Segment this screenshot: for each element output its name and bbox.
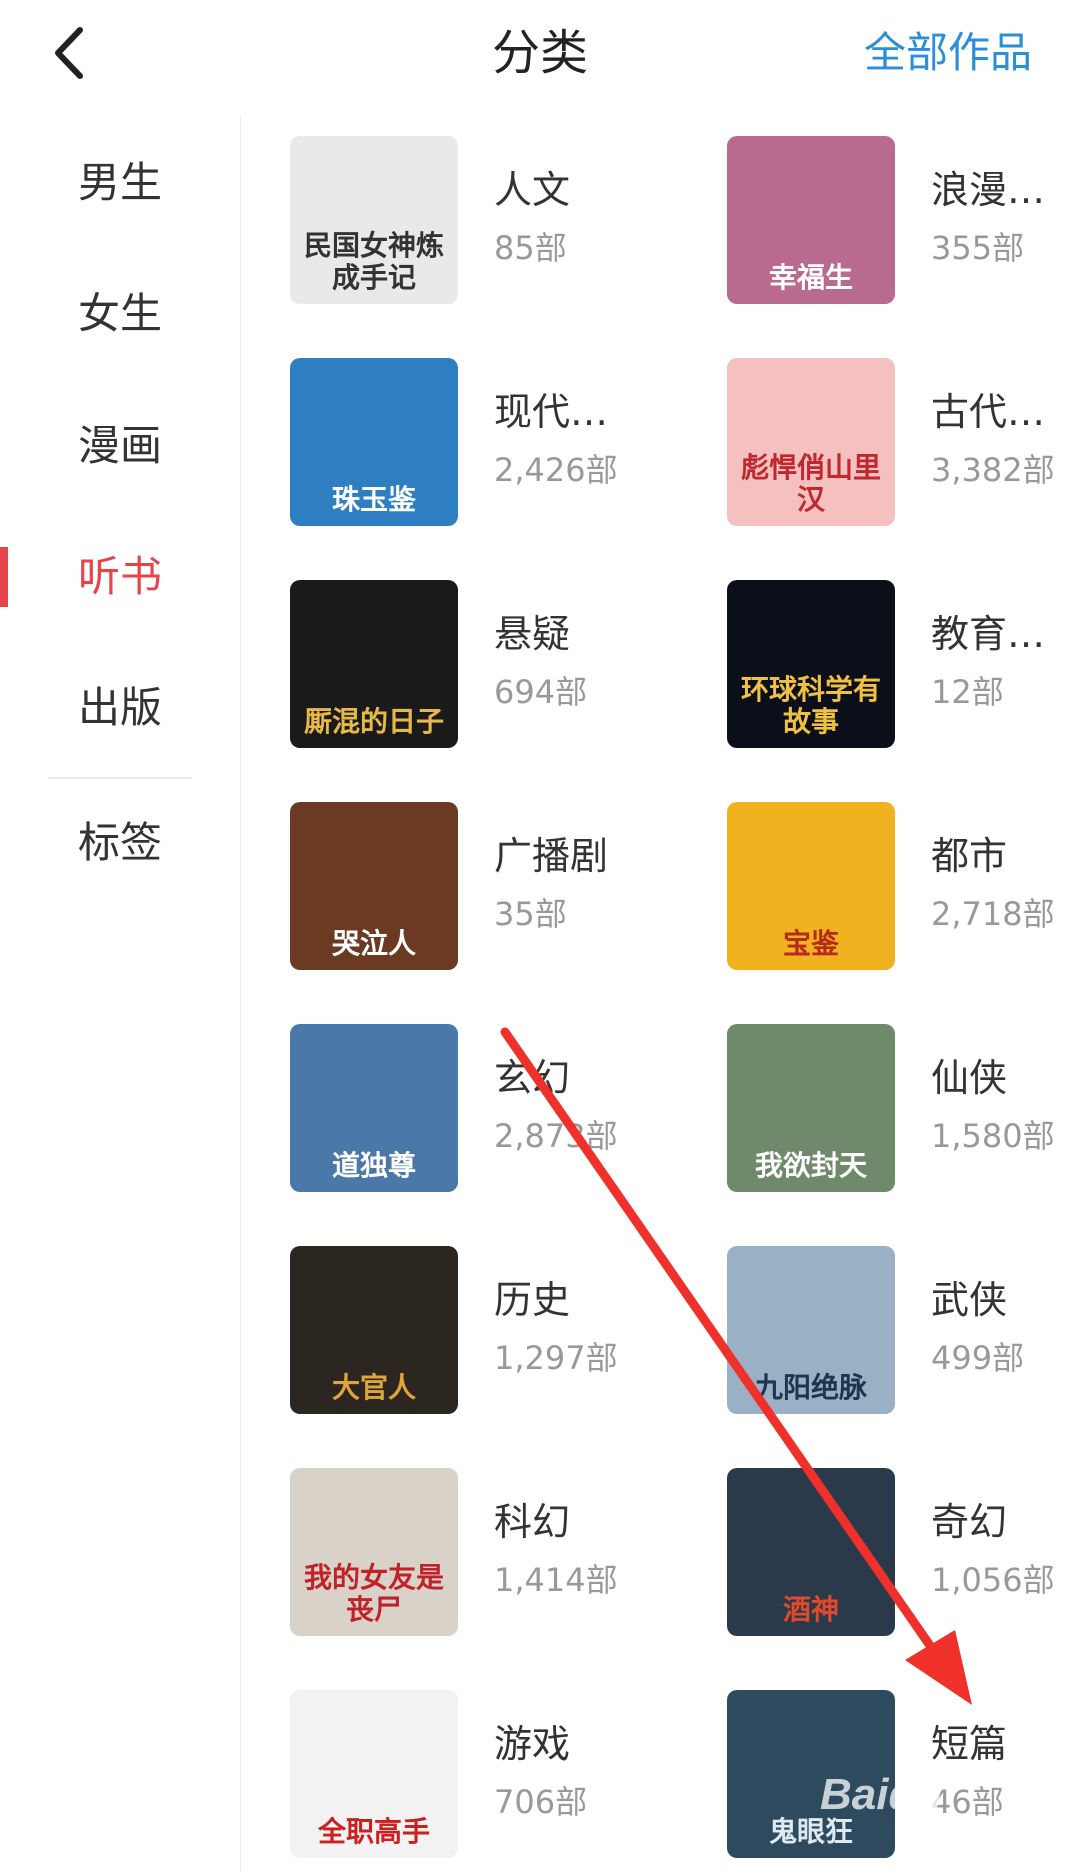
category-card[interactable]: 酒神 奇幻 1,056部 xyxy=(727,1468,1080,1638)
category-name: 短篇 xyxy=(931,1722,1008,1766)
cover-title: 哭泣人 xyxy=(331,927,416,960)
cover-title: 幸福生 xyxy=(768,261,853,294)
top-bar: 分类 全部作品 xyxy=(0,0,1080,110)
category-card[interactable]: 环球科学有故事 教育… 12部 xyxy=(727,580,1080,750)
category-name: 历史 xyxy=(494,1278,571,1322)
category-count: 694部 xyxy=(494,673,588,711)
category-count: 499部 xyxy=(931,1339,1025,1377)
category-name: 都市 xyxy=(931,834,1008,878)
sidebar-item-female[interactable]: 女生 xyxy=(0,259,240,369)
cover-image: 九阳绝脉 xyxy=(727,1246,895,1414)
category-name: 古代… xyxy=(931,390,1046,434)
category-count: 2,873部 xyxy=(494,1117,618,1155)
cover-image: 酒神 xyxy=(727,1468,895,1636)
category-name: 教育… xyxy=(931,612,1046,656)
cover-image: 厮混的日子 xyxy=(290,580,458,748)
category-card[interactable]: 彪悍俏山里汉 古代… 3,382部 xyxy=(727,358,1080,528)
cover-image: 珠玉鉴 xyxy=(290,358,458,526)
cover-title: 我的女友是丧尸 xyxy=(303,1561,444,1626)
sidebar-item-publishing[interactable]: 出版 xyxy=(0,653,240,763)
category-card[interactable]: 哭泣人 广播剧 35部 xyxy=(290,802,690,972)
cover-title: 全职高手 xyxy=(317,1815,430,1848)
category-count: 35部 xyxy=(494,895,567,933)
cover-title: 大官人 xyxy=(331,1371,416,1404)
category-count: 1,056部 xyxy=(931,1561,1055,1599)
cover-title: 厮混的日子 xyxy=(303,705,444,738)
cover-image: 道独尊 xyxy=(290,1024,458,1192)
sidebar-divider xyxy=(48,777,192,779)
cover-title: 珠玉鉴 xyxy=(331,483,416,516)
cover-title: 鬼眼狂 xyxy=(768,1815,853,1848)
category-name: 广播剧 xyxy=(494,834,609,878)
category-card[interactable]: 道独尊 玄幻 2,873部 xyxy=(290,1024,690,1194)
cover-image: 环球科学有故事 xyxy=(727,580,895,748)
category-name: 人文 xyxy=(494,168,571,212)
cover-title: 酒神 xyxy=(782,1593,839,1626)
sidebar-item-male[interactable]: 男生 xyxy=(0,128,240,238)
cover-image: 大官人 xyxy=(290,1246,458,1414)
cover-image: 民国女神炼成手记 xyxy=(290,136,458,304)
category-count: 85部 xyxy=(494,229,567,267)
cover-title: 民国女神炼成手记 xyxy=(303,229,444,294)
cover-image: 宝鉴 xyxy=(727,802,895,970)
sidebar-item-tags[interactable]: 标签 xyxy=(0,788,240,898)
category-count: 1,580部 xyxy=(931,1117,1055,1155)
category-card[interactable]: 厮混的日子 悬疑 694部 xyxy=(290,580,690,750)
category-name: 奇幻 xyxy=(931,1500,1008,1544)
sidebar-border xyxy=(240,115,241,1872)
category-count: 706部 xyxy=(494,1783,588,1821)
cover-image: 彪悍俏山里汉 xyxy=(727,358,895,526)
category-name: 科幻 xyxy=(494,1500,571,1544)
category-card[interactable]: 鬼眼狂 短篇 46部 xyxy=(727,1690,1080,1860)
cover-title: 我欲封天 xyxy=(754,1149,867,1182)
sidebar-item-label: 听书 xyxy=(77,552,162,601)
category-card[interactable]: 宝鉴 都市 2,718部 xyxy=(727,802,1080,972)
category-card[interactable]: 我的女友是丧尸 科幻 1,414部 xyxy=(290,1468,690,1638)
sidebar-item-comics[interactable]: 漫画 xyxy=(0,391,240,501)
cover-title: 彪悍俏山里汉 xyxy=(740,451,881,516)
category-count: 46部 xyxy=(931,1783,1004,1821)
cover-image: 哭泣人 xyxy=(290,802,458,970)
chevron-left-icon xyxy=(55,27,83,79)
category-card[interactable]: 珠玉鉴 现代… 2,426部 xyxy=(290,358,690,528)
cover-image: 鬼眼狂 xyxy=(727,1690,895,1858)
category-count: 12部 xyxy=(931,673,1004,711)
cover-title: 九阳绝脉 xyxy=(754,1371,867,1404)
cover-title: 环球科学有故事 xyxy=(740,673,881,738)
back-button[interactable] xyxy=(40,18,100,88)
cover-title: 道独尊 xyxy=(331,1149,416,1182)
cover-image: 我欲封天 xyxy=(727,1024,895,1192)
category-name: 游戏 xyxy=(494,1722,571,1766)
category-count: 1,297部 xyxy=(494,1339,618,1377)
category-count: 2,718部 xyxy=(931,895,1055,933)
sidebar-item-audiobooks[interactable]: 听书 xyxy=(0,522,240,632)
category-card[interactable]: 民国女神炼成手记 人文 85部 xyxy=(290,136,690,306)
all-works-link[interactable]: 全部作品 xyxy=(864,18,1032,88)
category-card[interactable]: 全职高手 游戏 706部 xyxy=(290,1690,690,1860)
category-count: 1,414部 xyxy=(494,1561,618,1599)
cover-image: 全职高手 xyxy=(290,1690,458,1858)
category-count: 2,426部 xyxy=(494,451,618,489)
category-card[interactable]: 幸福生 浪漫… 355部 xyxy=(727,136,1080,306)
category-card[interactable]: 九阳绝脉 武侠 499部 xyxy=(727,1246,1080,1416)
category-name: 现代… xyxy=(494,390,609,434)
category-card[interactable]: 大官人 历史 1,297部 xyxy=(290,1246,690,1416)
category-name: 浪漫… xyxy=(931,168,1046,212)
category-name: 悬疑 xyxy=(494,612,571,656)
category-name: 仙侠 xyxy=(931,1056,1008,1100)
category-name: 玄幻 xyxy=(494,1056,571,1100)
category-name: 武侠 xyxy=(931,1278,1008,1322)
category-count: 355部 xyxy=(931,229,1025,267)
active-indicator xyxy=(0,547,8,607)
category-count: 3,382部 xyxy=(931,451,1055,489)
cover-image: 幸福生 xyxy=(727,136,895,304)
sidebar: 男生 女生 漫画 听书 出版 标签 xyxy=(0,115,240,1872)
category-card[interactable]: 我欲封天 仙侠 1,580部 xyxy=(727,1024,1080,1194)
cover-image: 我的女友是丧尸 xyxy=(290,1468,458,1636)
cover-title: 宝鉴 xyxy=(782,927,839,960)
